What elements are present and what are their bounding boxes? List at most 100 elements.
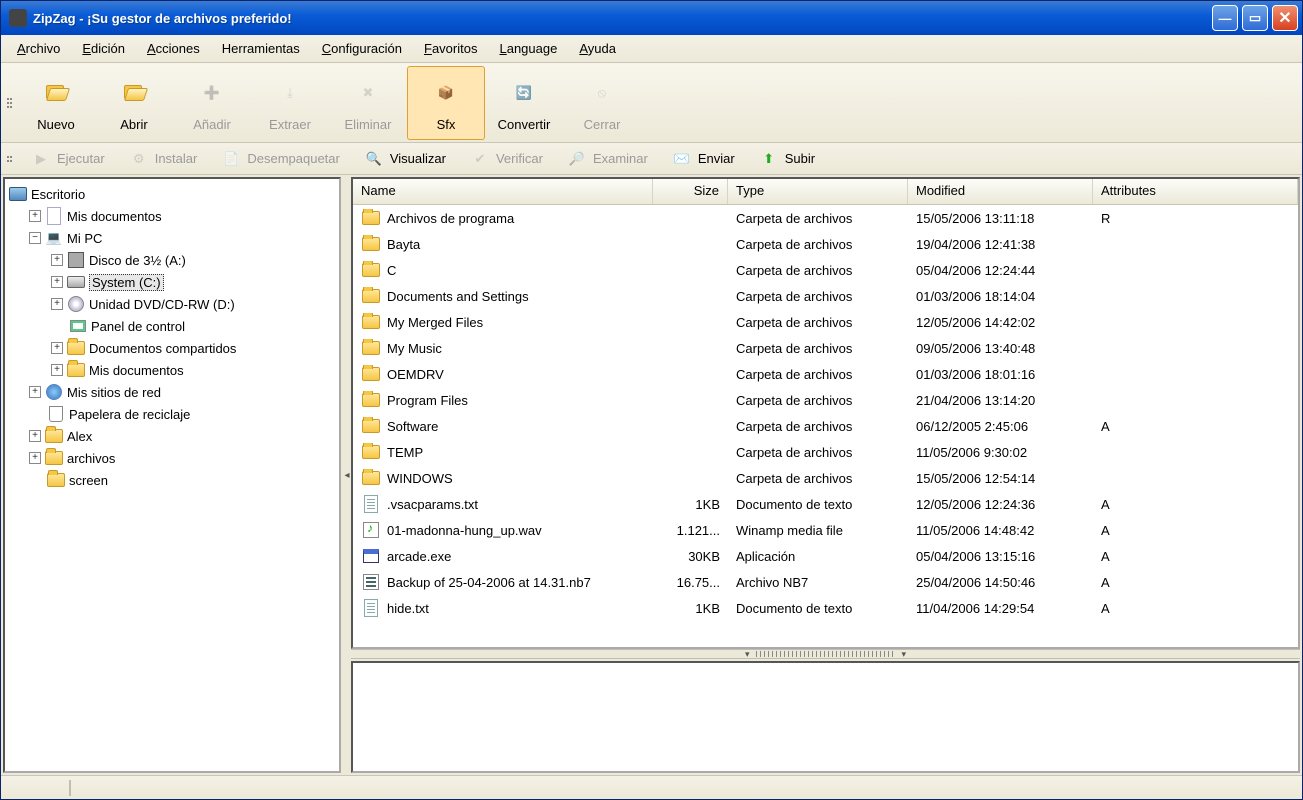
- extract-button[interactable]: ⤓ Extraer: [251, 66, 329, 140]
- tree-my-documents-2[interactable]: + Mis documentos: [7, 359, 337, 381]
- file-row[interactable]: TEMPCarpeta de archivos11/05/2006 9:30:0…: [353, 439, 1298, 465]
- toolbar-grip[interactable]: [7, 73, 15, 133]
- expander-icon[interactable]: +: [51, 298, 63, 310]
- file-row[interactable]: hide.txt1KBDocumento de texto11/04/2006 …: [353, 595, 1298, 621]
- expander-icon[interactable]: −: [29, 232, 41, 244]
- sfx-button[interactable]: 📦 Sfx: [407, 66, 485, 140]
- tree-control-panel[interactable]: Panel de control: [7, 315, 337, 337]
- folder-tree[interactable]: Escritorio + Mis documentos − 💻 Mi PC + …: [3, 177, 341, 773]
- up-button[interactable]: ⬆ Subir: [749, 146, 825, 172]
- tree-recycle-bin[interactable]: Papelera de reciclaje: [7, 403, 337, 425]
- expander-icon[interactable]: +: [51, 254, 63, 266]
- file-row[interactable]: .vsacparams.txt1KBDocumento de texto12/0…: [353, 491, 1298, 517]
- tree-shared-docs[interactable]: + Documentos compartidos: [7, 337, 337, 359]
- new-button[interactable]: Nuevo: [17, 66, 95, 140]
- tree-archivos[interactable]: + archivos: [7, 447, 337, 469]
- file-row[interactable]: SoftwareCarpeta de archivos06/12/2005 2:…: [353, 413, 1298, 439]
- column-attributes[interactable]: Attributes: [1093, 179, 1298, 204]
- maximize-button[interactable]: ▭: [1242, 5, 1268, 31]
- tree-desktop[interactable]: Escritorio: [7, 183, 337, 205]
- execute-button[interactable]: ▶ Ejecutar: [21, 146, 115, 172]
- file-list[interactable]: Archivos de programaCarpeta de archivos1…: [353, 205, 1298, 647]
- file-row[interactable]: WINDOWSCarpeta de archivos15/05/2006 12:…: [353, 465, 1298, 491]
- file-type: Carpeta de archivos: [728, 471, 908, 486]
- file-row[interactable]: My Merged FilesCarpeta de archivos12/05/…: [353, 309, 1298, 335]
- examine-button[interactable]: 🔎 Examinar: [557, 146, 658, 172]
- file-type: Carpeta de archivos: [728, 445, 908, 460]
- menu-configuración[interactable]: Configuración: [312, 37, 412, 60]
- menu-ayuda[interactable]: Ayuda: [569, 37, 626, 60]
- file-row[interactable]: 01-madonna-hung_up.wav1.121...Winamp med…: [353, 517, 1298, 543]
- app-icon: [9, 9, 27, 27]
- column-headers: Name Size Type Modified Attributes: [353, 179, 1298, 205]
- open-button[interactable]: Abrir: [95, 66, 173, 140]
- file-row[interactable]: Backup of 25-04-2006 at 14.31.nb716.75..…: [353, 569, 1298, 595]
- expander-icon[interactable]: +: [29, 430, 41, 442]
- menu-language[interactable]: Language: [489, 37, 567, 60]
- file-row[interactable]: Documents and SettingsCarpeta de archivo…: [353, 283, 1298, 309]
- close-archive-button[interactable]: ⦸ Cerrar: [563, 66, 641, 140]
- delete-icon: ✖: [348, 73, 388, 113]
- open-label: Abrir: [120, 117, 147, 132]
- verify-button[interactable]: ✔ Verificar: [460, 146, 553, 172]
- add-button[interactable]: ➕ Añadir: [173, 66, 251, 140]
- vertical-splitter[interactable]: ◂: [343, 175, 351, 775]
- file-row[interactable]: My MusicCarpeta de archivos09/05/2006 13…: [353, 335, 1298, 361]
- tree-floppy-a[interactable]: + Disco de 3½ (A:): [7, 249, 337, 271]
- column-modified[interactable]: Modified: [908, 179, 1093, 204]
- expander-icon[interactable]: +: [51, 364, 63, 376]
- expander-icon[interactable]: +: [29, 386, 41, 398]
- column-type[interactable]: Type: [728, 179, 908, 204]
- tree-alex[interactable]: + Alex: [7, 425, 337, 447]
- tree-my-pc[interactable]: − 💻 Mi PC: [7, 227, 337, 249]
- toolbar2-grip[interactable]: [7, 148, 15, 170]
- documents-icon: [45, 207, 63, 225]
- tree-my-documents[interactable]: + Mis documentos: [7, 205, 337, 227]
- folder-icon: [361, 209, 381, 227]
- title-bar[interactable]: ZipZag - ¡Su gestor de archivos preferid…: [1, 1, 1302, 35]
- file-modified: 05/04/2006 13:15:16: [908, 549, 1093, 564]
- file-row[interactable]: OEMDRVCarpeta de archivos01/03/2006 18:0…: [353, 361, 1298, 387]
- tree-system-c[interactable]: + System (C:): [7, 271, 337, 293]
- file-attributes: A: [1093, 549, 1298, 564]
- close-button[interactable]: ✕: [1272, 5, 1298, 31]
- convert-label: Convertir: [498, 117, 551, 132]
- minimize-button[interactable]: —: [1212, 5, 1238, 31]
- tree-network[interactable]: + Mis sitios de red: [7, 381, 337, 403]
- view-icon: 🔍: [364, 149, 384, 169]
- file-type: Carpeta de archivos: [728, 315, 908, 330]
- expander-icon[interactable]: +: [51, 276, 63, 288]
- send-button[interactable]: ✉️ Enviar: [662, 146, 745, 172]
- menu-herramientas[interactable]: Herramientas: [212, 37, 310, 60]
- add-icon: ➕: [192, 73, 232, 113]
- menu-archivo[interactable]: Archivo: [7, 37, 70, 60]
- install-button[interactable]: ⚙ Instalar: [119, 146, 208, 172]
- file-row[interactable]: Program FilesCarpeta de archivos21/04/20…: [353, 387, 1298, 413]
- preview-pane[interactable]: [351, 661, 1300, 773]
- menu-edición[interactable]: Edición: [72, 37, 135, 60]
- column-name[interactable]: Name: [353, 179, 653, 204]
- menu-favoritos[interactable]: Favoritos: [414, 37, 487, 60]
- column-size[interactable]: Size: [653, 179, 728, 204]
- file-row[interactable]: arcade.exe30KBAplicación05/04/2006 13:15…: [353, 543, 1298, 569]
- view-button[interactable]: 🔍 Visualizar: [354, 146, 456, 172]
- up-icon: ⬆: [759, 149, 779, 169]
- expander-icon[interactable]: +: [29, 452, 41, 464]
- file-row[interactable]: Archivos de programaCarpeta de archivos1…: [353, 205, 1298, 231]
- horizontal-splitter[interactable]: ▾ ▾: [351, 649, 1300, 659]
- file-row[interactable]: BaytaCarpeta de archivos19/04/2006 12:41…: [353, 231, 1298, 257]
- new-icon: [36, 73, 76, 113]
- tree-dvd-d[interactable]: + Unidad DVD/CD-RW (D:): [7, 293, 337, 315]
- app-window: ZipZag - ¡Su gestor de archivos preferid…: [0, 0, 1303, 800]
- file-attributes: A: [1093, 523, 1298, 538]
- expander-icon[interactable]: +: [51, 342, 63, 354]
- expander-icon[interactable]: +: [29, 210, 41, 222]
- file-modified: 25/04/2006 14:50:46: [908, 575, 1093, 590]
- file-row[interactable]: CCarpeta de archivos05/04/2006 12:24:44: [353, 257, 1298, 283]
- unpack-button[interactable]: 📄 Desempaquetar: [211, 146, 350, 172]
- delete-button[interactable]: ✖ Eliminar: [329, 66, 407, 140]
- sfx-icon: 📦: [426, 73, 466, 113]
- tree-screen[interactable]: screen: [7, 469, 337, 491]
- convert-button[interactable]: 🔄 Convertir: [485, 66, 563, 140]
- menu-acciones[interactable]: Acciones: [137, 37, 210, 60]
